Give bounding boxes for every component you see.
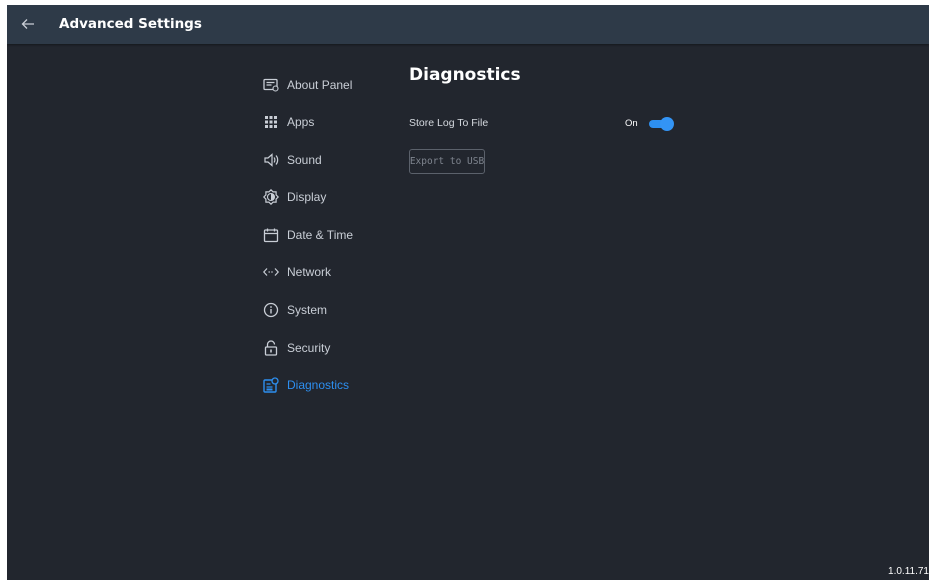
apps-grid-icon	[263, 114, 279, 130]
sidebar-item-label: Sound	[287, 153, 322, 167]
sidebar-item-apps[interactable]: Apps	[263, 111, 388, 133]
sidebar-item-network[interactable]: Network	[263, 261, 388, 283]
section-heading: Diagnostics	[409, 65, 521, 85]
sidebar-item-about-panel[interactable]: About Panel	[263, 74, 388, 96]
export-to-usb-button[interactable]: Export to USB	[409, 149, 485, 174]
toggle-knob	[660, 117, 674, 131]
store-log-label: Store Log To File	[409, 117, 489, 129]
sidebar-item-label: Security	[287, 341, 331, 355]
sidebar-item-label: Diagnostics	[287, 378, 350, 392]
app-window: Advanced Settings About Panel Apps Sound	[7, 5, 929, 580]
arrow-left-icon	[21, 19, 34, 29]
page-title: Advanced Settings	[59, 16, 202, 32]
sidebar-item-label: System	[287, 303, 328, 317]
toggle-state-label: On	[625, 118, 638, 129]
sidebar-item-display[interactable]: Display	[263, 186, 388, 208]
speaker-icon	[263, 152, 279, 168]
diagnostics-icon	[263, 377, 279, 393]
sidebar-item-label: Date & Time	[287, 228, 354, 242]
network-icon	[263, 264, 279, 280]
sidebar-item-system[interactable]: System	[263, 299, 388, 321]
sidebar-item-security[interactable]: Security	[263, 337, 388, 359]
sidebar-item-diagnostics[interactable]: Diagnostics	[263, 374, 388, 396]
back-button[interactable]	[17, 13, 39, 35]
sidebar-item-label: Apps	[287, 115, 315, 129]
version-label: 1.0.11.71	[888, 566, 929, 577]
store-log-toggle[interactable]	[647, 117, 675, 131]
top-app-bar: Advanced Settings	[7, 5, 929, 44]
brightness-icon	[263, 189, 279, 205]
panel-info-icon	[263, 77, 279, 93]
sidebar-item-date-time[interactable]: Date & Time	[263, 224, 388, 246]
sidebar-item-label: Network	[287, 265, 332, 279]
sidebar-item-label: Display	[287, 190, 327, 204]
sidebar-item-sound[interactable]: Sound	[263, 149, 388, 171]
calendar-icon	[263, 227, 279, 243]
lock-icon	[263, 340, 279, 356]
info-icon	[263, 302, 279, 318]
sidebar-item-label: About Panel	[287, 78, 353, 92]
